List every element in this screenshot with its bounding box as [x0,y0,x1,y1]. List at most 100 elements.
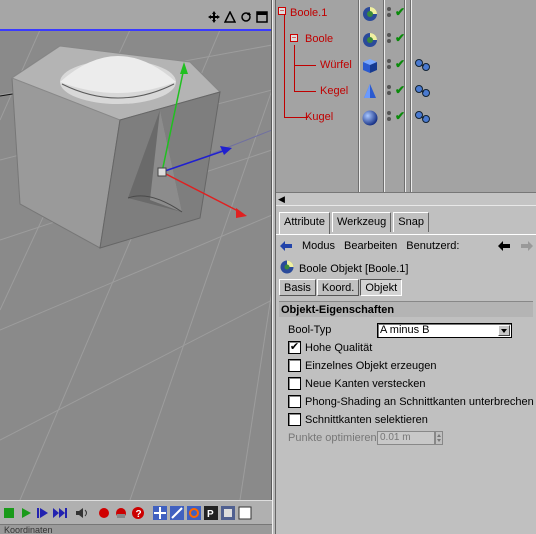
attribute-manager: Attribute Werkzeug Snap Modus Bearbeiten… [276,206,536,534]
menu-bearbeiten[interactable]: Bearbeiten [344,240,397,252]
frame-icon[interactable] [237,504,253,522]
column-separator [405,0,406,192]
option-hohe-qualitat[interactable]: ✔ Hohe Qualität [288,341,372,354]
boole-icon [279,259,295,278]
object-label-kegel[interactable]: Kegel [320,85,348,97]
object-label-kugel[interactable]: Kugel [305,111,333,123]
section-header: Objekt-Eigenschaften [279,301,533,317]
enabled-check-icon[interactable]: ✔ [395,83,405,97]
step-forward-icon[interactable] [35,504,51,522]
boole-icon [361,5,379,23]
punkte-label: Punkte optimieren [288,432,377,444]
skip-end-icon[interactable] [52,504,68,522]
enabled-check-icon[interactable]: ✔ [395,31,405,45]
rotate-tool-icon[interactable] [186,504,202,522]
move-icon[interactable] [207,10,221,24]
checkbox[interactable] [288,377,301,390]
scale-tool-icon[interactable] [169,504,185,522]
object-label-boole[interactable]: Boole [305,33,333,45]
bool-type-value: A minus B [380,324,430,336]
checkbox[interactable] [288,359,301,372]
tab-werkzeug[interactable]: Werkzeug [331,212,392,232]
status-bar: Koordinaten [0,524,272,534]
svg-text:P: P [207,509,214,520]
cube-icon [361,57,379,75]
3d-viewport[interactable] [0,0,272,500]
object-title: Boole Objekt [Boole.1] [279,259,408,278]
menu-modus[interactable]: Modus [302,240,335,252]
view-navigation-icons [207,10,269,24]
viewport-frame-line [0,29,271,31]
tree-line [294,45,295,92]
help-icon[interactable]: ? [130,504,146,522]
column-separator [384,0,385,192]
checkbox-checked[interactable]: ✔ [288,341,301,354]
visibility-dots[interactable] [387,111,392,123]
menu-benutzerdaten[interactable]: Benutzerd: [406,240,459,252]
mode-arrow-icon[interactable] [279,239,293,253]
subtab-basis[interactable]: Basis [279,279,316,296]
option-phong-shading[interactable]: Phong-Shading an Schnittkanten unterbrec… [288,395,534,408]
tree-line [294,91,316,92]
option-neue-kanten[interactable]: Neue Kanten verstecken [288,377,425,390]
back-arrow-icon[interactable] [497,239,511,253]
object-label-boole-1[interactable]: Boole.1 [290,7,327,19]
phong-tag-icon[interactable] [414,58,432,72]
dropdown-arrow-icon[interactable] [498,325,510,336]
render-icon[interactable] [220,504,236,522]
sound-icon[interactable] [74,504,90,522]
move-tool-icon[interactable] [152,504,168,522]
checkbox[interactable] [288,413,301,426]
attribute-subtabs: Basis Koord. Objekt [279,279,403,296]
option-label: Schnittkanten selektieren [305,413,428,426]
tab-snap[interactable]: Snap [393,212,429,232]
object-label-wurfel[interactable]: Würfel [320,59,352,71]
visibility-dots[interactable] [387,59,392,71]
svg-text:?: ? [136,509,142,519]
collapse-toggle[interactable]: − [278,7,286,15]
tree-line [284,14,285,118]
bool-type-label: Bool-Typ [288,324,332,336]
phong-tag-icon[interactable] [414,84,432,98]
punkte-field[interactable]: 0.01 m [377,431,435,445]
option-einzelnes-objekt[interactable]: Einzelnes Objekt erzeugen [288,359,436,372]
forward-arrow-icon[interactable] [520,239,534,253]
boole-icon [361,31,379,49]
manager-tabs: Attribute Werkzeug Snap [276,212,536,234]
visibility-dots[interactable] [387,7,392,19]
cycle-icon[interactable] [239,10,253,24]
enabled-check-icon[interactable]: ✔ [395,109,405,123]
enabled-check-icon[interactable]: ✔ [395,5,405,19]
phong-tag-icon[interactable] [414,110,432,124]
option-schnittkanten[interactable]: Schnittkanten selektieren [288,413,428,426]
cone-icon [361,83,379,101]
option-label: Phong-Shading an Schnittkanten unterbrec… [305,395,534,408]
visibility-dots[interactable] [387,85,392,97]
parameter-icon[interactable]: P [203,504,219,522]
bool-type-select[interactable]: A minus B [377,323,512,338]
collapse-toggle[interactable]: − [290,34,298,42]
play-icon[interactable] [18,504,34,522]
visibility-dots[interactable] [387,33,392,45]
column-separator [411,0,412,192]
scroll-left-icon[interactable]: ◀ [278,194,288,205]
object-manager: − Boole.1 − Boole Würfel Kegel Kugel ✔ ✔… [276,0,536,192]
tab-attribute[interactable]: Attribute [279,212,330,234]
enabled-check-icon[interactable]: ✔ [395,57,405,71]
column-separator [359,0,360,192]
rotate-view-icon[interactable] [223,10,237,24]
object-manager-scrollbar[interactable]: ◀ [276,192,536,206]
maximize-icon[interactable] [255,10,269,24]
subtab-objekt[interactable]: Objekt [360,279,403,296]
object-title-label: Boole Objekt [Boole.1] [299,262,409,275]
option-label: Einzelnes Objekt erzeugen [305,359,437,372]
spinner-icon[interactable] [435,431,443,445]
keyframe-icon[interactable] [113,504,129,522]
playback-toolbar: ? P [0,500,272,524]
stop-icon[interactable] [1,504,17,522]
subtab-koord[interactable]: Koord. [316,279,360,296]
sphere-icon [361,109,379,127]
checkbox[interactable] [288,395,301,408]
record-icon[interactable] [96,504,112,522]
tree-line [294,65,316,66]
